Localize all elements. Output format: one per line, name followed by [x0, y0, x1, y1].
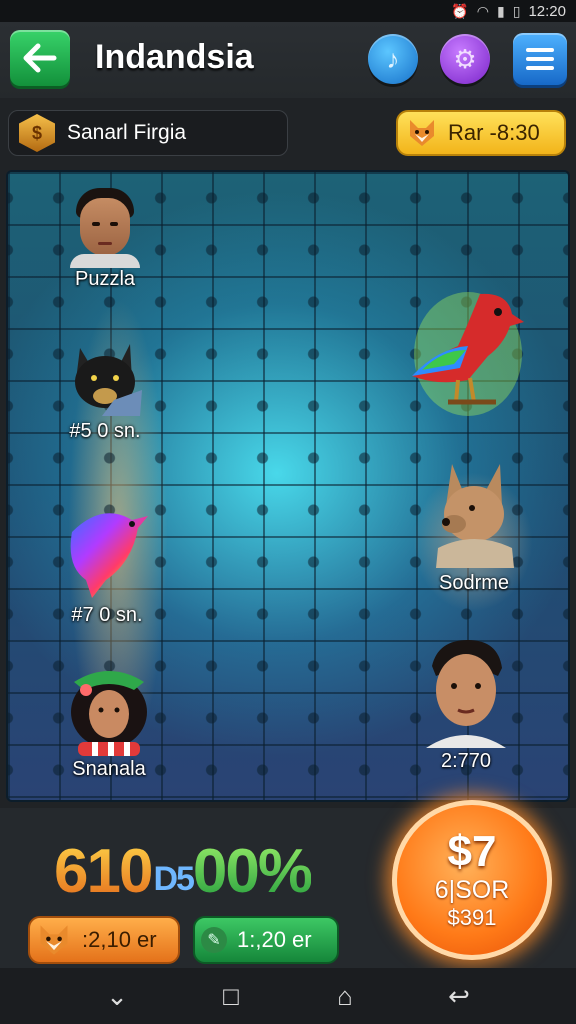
pencil-icon: ✎ [201, 927, 227, 953]
puzzle-piece-red-parrot[interactable] [408, 284, 528, 420]
recents-square-icon[interactable]: □ [211, 981, 251, 1012]
hamburger-line [526, 48, 554, 52]
man-portrait-icon [70, 186, 140, 268]
puzzle-piece-young-man[interactable]: 2:770 [418, 636, 514, 773]
score-main: 610 [54, 837, 153, 906]
red-parrot-icon [412, 292, 524, 416]
gear-icon: ⚙ [453, 43, 477, 74]
fox-icon [410, 120, 434, 146]
young-man-portrait-icon [426, 640, 506, 748]
piece-label: 2:770 [440, 750, 492, 772]
pencil-bonus-chip[interactable]: ✎ 1:,20 er [193, 916, 339, 964]
menu-button[interactable] [513, 33, 567, 85]
chevron-down-icon[interactable]: ⌄ [97, 981, 137, 1012]
puzzle-piece-black-cat[interactable]: #5 0 sn. [62, 340, 148, 443]
signal-icon: ▮ [497, 2, 505, 19]
puzzle-piece-girl[interactable]: Snanala [64, 660, 154, 781]
puzzle-piece-portrait-man[interactable]: Puzzla [70, 186, 140, 291]
timer-text: Rar -8:30 [448, 120, 540, 145]
piece-label: #5 0 sn. [69, 420, 141, 442]
chip-orange-text: :2,10 er [82, 927, 157, 952]
score-percent: 00% [192, 837, 313, 906]
back-arrow-icon[interactable]: ↩ [439, 981, 479, 1012]
puzzle-board[interactable]: Puzzla #5 0 sn. #7 0 sn. Snanala Sodrme … [6, 170, 570, 802]
page-title: Indandsia [95, 38, 254, 76]
timer-pill[interactable]: Rar -8:30 [396, 110, 566, 156]
rainbow-eagle-icon [70, 513, 148, 598]
alarm-icon: ⏰ [451, 2, 469, 19]
coin-badge-icon: $ [19, 114, 55, 152]
info-row: $ Sanarl Firgia Rar -8:30 [0, 108, 576, 160]
piece-label: #7 0 sn. [71, 604, 143, 626]
status-bar: ⏰ ◠ ▮ ▯ 12:20 [0, 0, 576, 22]
girl-green-hat-icon [71, 671, 147, 756]
status-time: 12:20 [528, 2, 566, 20]
player-name: Sanarl Firgia [67, 121, 187, 144]
hamburger-line [526, 66, 554, 70]
back-button[interactable] [10, 30, 70, 86]
dog-sweater-icon [436, 464, 514, 568]
settings-button[interactable]: ⚙ [440, 34, 490, 84]
prize-amount: $7 [447, 827, 497, 876]
top-header: Indandsia ♪ ⚙ [0, 22, 576, 98]
piece-label: Sodrme [438, 572, 510, 594]
black-cat-icon [75, 344, 142, 416]
puzzle-piece-dog[interactable]: Sodrme [424, 460, 524, 595]
system-nav-bar: ⌄ □ ⌂ ↩ [0, 968, 576, 1024]
hamburger-line [526, 57, 554, 61]
music-note-icon: ♪ [386, 43, 400, 74]
score-mid: D5 [153, 860, 194, 898]
prize-label: 6|SOR [434, 876, 510, 904]
piece-label: Snanala [72, 758, 146, 780]
chip-green-text: 1:,20 er [237, 927, 312, 952]
score-display: 610 D5 00% [54, 836, 313, 907]
puzzle-piece-rainbow-eagle[interactable]: #7 0 sn. [62, 502, 152, 627]
fox-icon [40, 925, 68, 955]
wifi-icon: ◠ [476, 2, 490, 19]
fox-bonus-chip[interactable]: :2,10 er [28, 916, 180, 964]
arrow-left-icon [23, 43, 57, 73]
piece-label: Puzzla [74, 268, 136, 290]
music-button[interactable]: ♪ [368, 34, 418, 84]
player-pill[interactable]: $ Sanarl Firgia [8, 110, 288, 156]
prize-subvalue: $391 [447, 905, 497, 930]
prize-orb-button[interactable]: $7 6|SOR $391 [392, 800, 552, 960]
battery-icon: ▯ [512, 2, 521, 19]
home-icon[interactable]: ⌂ [325, 981, 365, 1012]
